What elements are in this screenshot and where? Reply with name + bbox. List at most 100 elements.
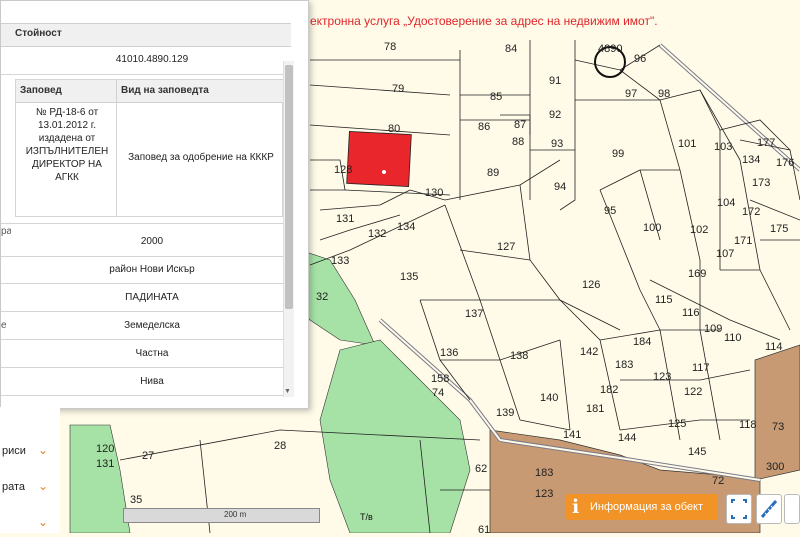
parcel-label: 93 [551,138,563,150]
parcel-label: 130 [425,187,443,199]
parcel-label: 102 [690,224,708,236]
parcel-label: 115 [655,294,673,306]
zoom-extent-button[interactable] [726,494,752,524]
parcel-label: 27 [142,450,154,462]
parcel-label: 181 [586,403,604,415]
parcel-label: 126 [582,279,600,291]
parcel-label: 98 [658,88,670,100]
parcel-label: 127 [497,241,515,253]
parcel-label: 158 [431,373,449,385]
parcel-label: 125 [668,418,686,430]
measure-button[interactable] [756,494,782,524]
table-row: Частна [1,340,291,368]
parcel-label: 73 [772,421,784,433]
parcel-label: 74 [432,387,444,399]
parcel-label: 139 [496,407,514,419]
parcel-label: 79 [392,83,404,95]
chevron-down-icon[interactable]: ⌄ [38,443,48,457]
parcel-label: 172 [742,206,760,218]
scale-label: 200 m [224,510,247,519]
parcel-label: 118 [739,419,757,431]
parcel-label: 94 [554,181,566,193]
parcel-label: 134 [742,154,760,166]
parcel-label: 35 [130,494,142,506]
table-row: е Земеделска [1,312,291,340]
parcel-label: 85 [490,91,502,103]
object-info-button[interactable]: i Информация за обект [566,494,718,520]
parcel-label: 137 [465,308,483,320]
parcel-label: 117 [692,362,710,374]
parcel-label: 176 [776,157,794,169]
parcel-label: 184 [633,336,651,348]
menu-item[interactable]: рата ⌄ [0,475,60,501]
parcel-label: 131 [96,458,114,470]
chevron-down-icon[interactable]: ⌄ [38,479,48,493]
parcel-label: 89 [487,167,499,179]
left-menu: риси ⌄ рата ⌄ ⌄ [0,407,60,533]
map-label: Т/в [360,512,373,522]
parcel-label: 133 [331,255,349,267]
parcel-label: 99 [612,148,624,160]
parcel-label: 142 [580,346,598,358]
parcel-label: 91 [549,75,561,87]
scroll-down-icon[interactable]: ▼ [284,388,291,395]
parcel-label: 141 [563,429,581,441]
table-row: район Нови Искър [1,256,291,284]
chevron-down-icon[interactable]: ⌄ [38,515,48,529]
settlement-area [754,344,800,481]
parcel-label: 128 [334,164,352,176]
parcel-label: 78 [384,41,396,53]
parcel-label: 134 [397,221,415,233]
table-header: Стойност [1,23,291,47]
parcel-label: 122 [684,386,702,398]
expand-icon [731,499,747,519]
object-identifier: 41010.4890.129 [115,54,189,65]
ruler-icon [760,500,778,518]
value-column-header: Стойност [15,28,62,39]
table-row: 41010.4890.129 [1,46,291,75]
parcel-label: 120 [96,443,114,455]
parcel-label: 123 [653,371,671,383]
parcel-label: 104 [717,197,735,209]
parcel-label: 300 [766,461,784,473]
map-tool-button[interactable] [784,494,800,524]
parcel-label: 183 [535,467,553,479]
table-row: Нива [1,368,291,396]
parcel-label: 101 [678,138,696,150]
order-number: № РД-18-6 от 13.01.2012 г. издадена от И… [25,107,109,183]
parcel-label: 171 [734,235,752,247]
order-type: Заповед за одобрение на КККР [128,152,274,163]
parcel-label: 32 [316,291,328,303]
parcel-label: 140 [540,392,558,404]
menu-item[interactable]: риси ⌄ [0,439,60,465]
parcel-label: 96 [634,53,646,65]
parcel-label: 97 [625,88,637,100]
service-banner: ектронна услуга „Удостоверение за адрес … [310,14,658,28]
parcel-label: 123 [535,488,553,500]
parcel-label: 92 [549,109,561,121]
parcel-label: 116 [682,307,700,319]
parcel-label: 107 [716,248,734,260]
parcel-label: 72 [712,475,724,487]
info-icon: i [572,496,580,518]
scale-bar: 200 m [123,508,320,523]
parcel-label: 100 [643,222,661,234]
parcel-label: 177 [757,137,775,149]
parcel-label: 28 [274,440,286,452]
parcel-label: 80 [388,123,400,135]
parcel-label: 88 [512,136,524,148]
panel-scrollbar[interactable] [283,61,294,397]
parcel-label: 110 [724,332,742,344]
parcel-label: 95 [604,205,616,217]
order-subtable: Заповед Вид на заповедта № РД-18-6 от 13… [15,79,283,217]
menu-item[interactable]: ⌄ [0,511,60,537]
parcel-label: 132 [368,228,386,240]
parcel-label: 4890 [598,43,622,55]
parcel-label: 175 [770,223,788,235]
parcel-label: 103 [714,141,732,153]
scrollbar-thumb[interactable] [285,65,293,309]
parcel-label: 135 [400,271,418,283]
parcel-label: 87 [514,119,526,131]
order-type-column-header: Вид на заповедта [116,80,283,103]
table-row: ра 2000 [1,223,291,257]
